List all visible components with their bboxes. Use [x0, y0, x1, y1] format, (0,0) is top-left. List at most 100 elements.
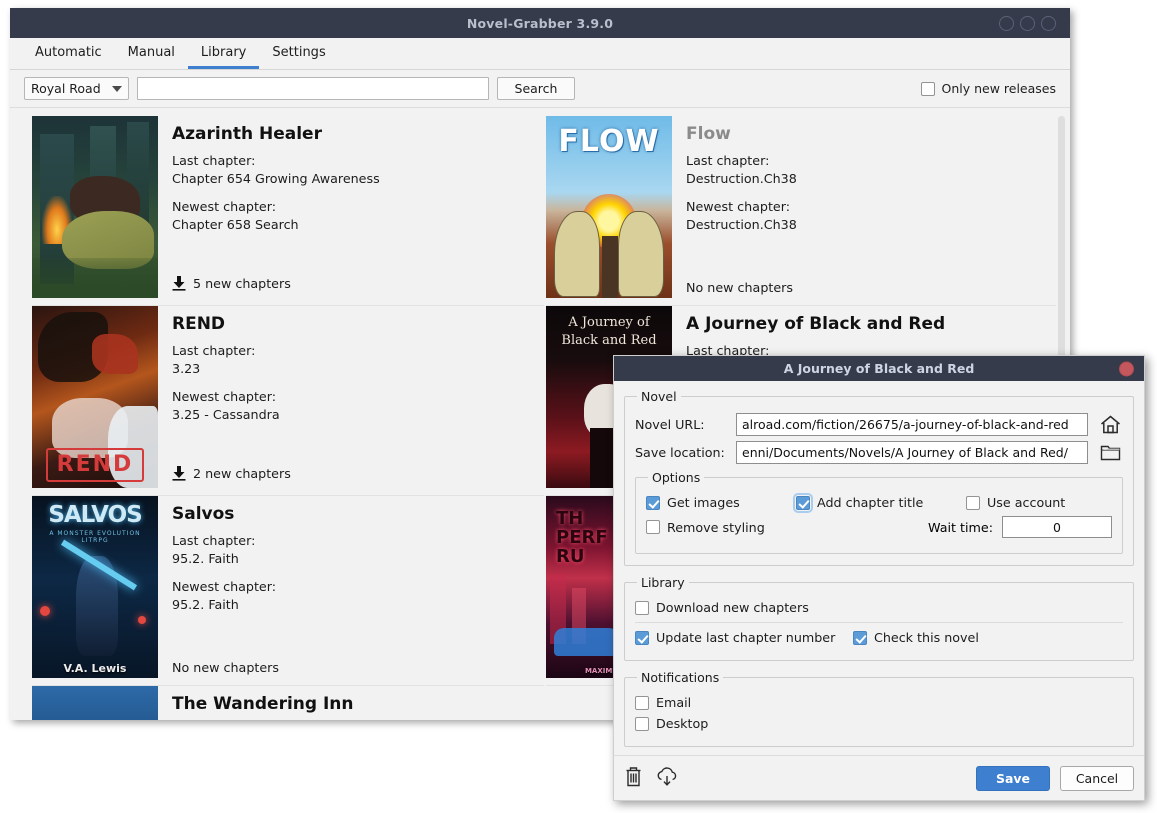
novel-group-legend: Novel — [641, 389, 677, 404]
source-select[interactable]: Royal Road — [24, 77, 129, 100]
remove-styling-checkbox[interactable]: Remove styling — [646, 520, 765, 535]
chevron-down-icon — [112, 85, 122, 92]
get-images-box[interactable] — [646, 495, 660, 510]
remove-styling-label: Remove styling — [667, 519, 765, 535]
only-new-releases-label: Only new releases — [941, 81, 1056, 96]
last-chapter-label: Last chapter: — [172, 533, 256, 548]
get-images-checkbox[interactable]: Get images — [646, 495, 796, 510]
novel-cover[interactable] — [32, 116, 158, 298]
search-button[interactable]: Search — [497, 77, 575, 100]
library-separator — [635, 622, 1123, 623]
dialog-body: Novel Novel URL: Save location: — [614, 381, 1144, 747]
options-row-1: Get images Add chapter title Use account — [646, 492, 1112, 513]
download-new-chapters-checkbox[interactable]: Download new chapters — [635, 600, 809, 615]
novel-status-text: No new chapters — [172, 660, 279, 675]
novel-status: No new chapters — [172, 660, 544, 675]
remove-styling-box[interactable] — [646, 520, 660, 534]
tab-bar: Automatic Manual Library Settings — [10, 38, 1070, 70]
download-icon[interactable] — [172, 276, 186, 291]
library-card[interactable]: Azarinth Healer Last chapter: Chapter 65… — [32, 116, 544, 306]
use-account-box[interactable] — [966, 495, 980, 510]
library-row-2: Update last chapter number Check this no… — [635, 630, 1123, 645]
newest-chapter-value: Chapter 658 Search — [172, 217, 299, 233]
tab-manual[interactable]: Manual — [115, 38, 188, 69]
newest-chapter-label: Newest chapter: — [172, 579, 276, 595]
dialog-title-bar: A Journey of Black and Red — [614, 356, 1144, 381]
desktop-row: Desktop — [635, 716, 1123, 731]
novel-title: The Wandering Inn — [172, 694, 354, 714]
only-new-releases-box[interactable] — [921, 81, 936, 96]
tab-library-label: Library — [200, 44, 247, 60]
use-account-label: Use account — [987, 495, 1066, 510]
dialog-close-button[interactable] — [1119, 361, 1134, 376]
use-account-checkbox[interactable]: Use account — [966, 495, 1065, 510]
trash-icon[interactable] — [624, 766, 643, 791]
desktop-checkbox[interactable]: Desktop — [635, 716, 708, 731]
minimize-button[interactable] — [999, 15, 1014, 31]
save-location-row: Save location: — [635, 440, 1123, 464]
novel-status[interactable]: 5 new chapters — [172, 276, 544, 291]
folder-icon[interactable] — [1097, 440, 1123, 464]
download-icon[interactable] — [172, 466, 186, 481]
cover-caption: A Journey of Black and Red — [561, 315, 657, 348]
search-input[interactable] — [137, 77, 489, 100]
update-last-chapter-number-checkbox[interactable]: Update last chapter number — [635, 630, 853, 645]
cloud-download-icon[interactable] — [655, 766, 680, 791]
email-label: Email — [656, 695, 692, 710]
window-title: Novel-Grabber 3.9.0 — [466, 15, 614, 31]
novel-title: Flow — [686, 124, 731, 144]
newest-chapter-value: 95.2. Faith — [172, 597, 239, 613]
check-this-novel-checkbox[interactable]: Check this novel — [853, 630, 979, 645]
save-button[interactable]: Save — [976, 765, 1050, 791]
tab-library[interactable]: Library — [187, 38, 260, 69]
last-chapter-value: 95.2. Faith — [172, 551, 239, 567]
add-chapter-title-box[interactable] — [793, 492, 813, 513]
cancel-button[interactable]: Cancel — [1060, 765, 1134, 791]
desktop-label: Desktop — [656, 716, 709, 731]
close-button[interactable] — [1041, 15, 1056, 31]
add-chapter-title-checkbox[interactable]: Add chapter title — [793, 492, 966, 513]
library-group-legend: Library — [641, 575, 685, 590]
window-controls — [999, 8, 1056, 38]
source-select-value: Royal Road — [31, 81, 101, 96]
email-checkbox[interactable]: Email — [635, 695, 691, 710]
desktop-box[interactable] — [635, 716, 649, 731]
library-card[interactable]: REND REND Last chapter: 3.23 Newest chap… — [32, 306, 544, 496]
tab-manual-label: Manual — [127, 44, 175, 60]
novel-url-input[interactable] — [736, 412, 1088, 436]
tab-automatic[interactable]: Automatic — [22, 38, 115, 69]
maximize-button[interactable] — [1020, 15, 1035, 31]
wait-time-input[interactable] — [1002, 516, 1112, 538]
novel-status-text: 5 new chapters — [193, 276, 291, 291]
novel-info: The Wandering Inn — [172, 686, 544, 720]
tab-settings[interactable]: Settings — [259, 38, 338, 69]
novel-cover[interactable]: SALVOS A MONSTER EVOLUTION LITRPG V.A. L… — [32, 496, 158, 678]
last-chapter-value: Destruction.Ch38 — [686, 171, 797, 187]
novel-cover[interactable]: FLOW — [546, 116, 672, 298]
library-card[interactable]: SALVOS A MONSTER EVOLUTION LITRPG V.A. L… — [32, 496, 544, 686]
home-icon[interactable] — [1097, 412, 1123, 436]
last-chapter-value: Chapter 654 Growing Awareness — [172, 171, 380, 187]
save-location-input[interactable] — [736, 440, 1088, 464]
newest-chapter-value: 3.25 - Cassandra — [172, 407, 280, 423]
check-this-novel-box[interactable] — [853, 630, 867, 645]
title-bar: Novel-Grabber 3.9.0 — [10, 8, 1070, 38]
novel-group: Novel Novel URL: Save location: — [624, 389, 1134, 566]
options-row-2: Remove styling Wait time: — [646, 516, 1112, 538]
library-card[interactable]: The Wandering Inn — [32, 686, 544, 720]
library-card[interactable]: FLOW Flow Last chapter: Destruction.Ch38… — [546, 116, 1058, 306]
novel-info: Salvos Last chapter: 95.2. Faith Newest … — [172, 496, 544, 685]
novel-url-row: Novel URL: — [635, 412, 1123, 436]
email-box[interactable] — [635, 695, 649, 710]
update-last-chapter-number-box[interactable] — [635, 630, 649, 645]
library-group: Library Download new chapters Update las… — [624, 575, 1134, 661]
novel-title: A Journey of Black and Red — [686, 314, 946, 334]
novel-status-text: No new chapters — [686, 280, 793, 295]
novel-cover[interactable]: REND — [32, 306, 158, 488]
novel-status[interactable]: 2 new chapters — [172, 466, 544, 481]
last-chapter-label: Last chapter: — [686, 153, 770, 168]
only-new-releases-checkbox[interactable]: Only new releases — [921, 81, 1056, 96]
download-new-chapters-box[interactable] — [635, 600, 649, 615]
novel-cover[interactable] — [32, 686, 158, 720]
dialog-title: A Journey of Black and Red — [783, 361, 975, 376]
